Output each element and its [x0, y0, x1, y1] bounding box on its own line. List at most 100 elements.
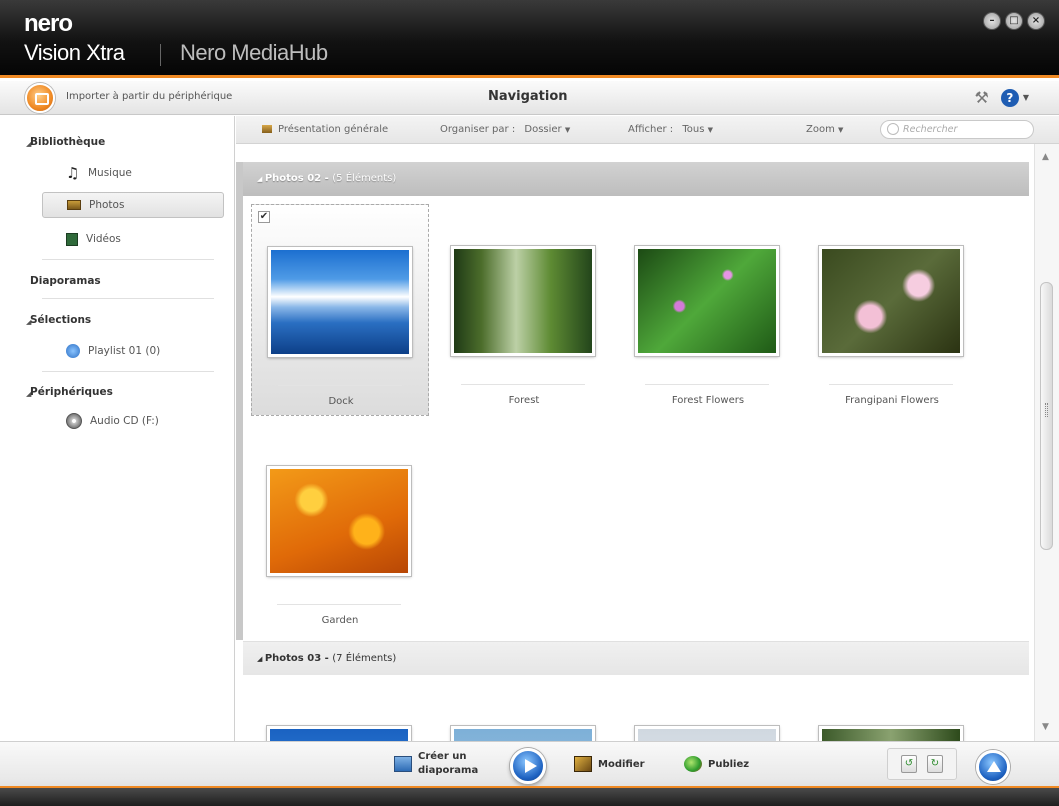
caption-divider	[461, 384, 585, 385]
media-tile-forest[interactable]: Forest	[435, 204, 613, 416]
bottom-action-bar: Créer un diaporama Modifier Publiez ↺ ↻	[0, 741, 1059, 806]
create-slideshow-label: Créer un diaporama	[418, 750, 478, 778]
group-header-photos-02[interactable]: ◢ Photos 02 - (5 Éléments)	[243, 162, 1029, 196]
maximize-button[interactable]: □	[1005, 12, 1023, 30]
create-slideshow-button[interactable]: Créer un diaporama	[394, 750, 478, 778]
group-title: ◢ Photos 03 - (7 Éléments)	[257, 653, 397, 664]
media-tile-partial[interactable]	[803, 684, 981, 741]
sidebar-item-label: Musique	[88, 167, 132, 179]
overview-button[interactable]: Présentation générale	[262, 124, 388, 135]
grip-icon	[1045, 403, 1048, 417]
sidebar-heading-selections[interactable]: Sélections	[30, 314, 91, 326]
photo-icon	[67, 200, 81, 210]
media-tile-forest-flowers[interactable]: Forest Flowers	[619, 204, 797, 416]
media-caption: Dock	[328, 396, 354, 407]
media-tile-garden[interactable]: Garden	[251, 424, 429, 636]
sidebar-item-videos[interactable]: Vidéos	[42, 226, 224, 252]
tools-hammer-icon[interactable]: ⚒	[975, 88, 989, 107]
thumbnail[interactable]	[819, 726, 963, 741]
close-button[interactable]: ×	[1027, 12, 1045, 30]
media-tile-dock[interactable]: ✔ Dock	[251, 204, 429, 416]
sidebar: ◢ Bibliothèque ♫ Musique Photos Vidéos D…	[0, 116, 235, 741]
bottom-strip	[0, 786, 1059, 806]
sidebar-item-label: Playlist 01 (0)	[88, 345, 161, 357]
sidebar-heading-slideshows[interactable]: Diaporamas	[30, 275, 101, 287]
media-caption: Frangipani Flowers	[845, 395, 939, 406]
music-note-icon: ♫	[66, 164, 80, 182]
brand-logo: nero	[24, 10, 73, 37]
group-header-photos-03[interactable]: ◢ Photos 03 - (7 Éléments)	[243, 641, 1029, 675]
page-title: Navigation	[488, 89, 568, 104]
rotate-left-icon[interactable]: ↺	[901, 755, 917, 773]
select-checkbox[interactable]: ✔	[258, 211, 270, 223]
expand-panel-icon[interactable]	[976, 750, 1010, 784]
sidebar-divider	[42, 259, 214, 260]
chevron-down-icon[interactable]: ▼	[1023, 93, 1029, 102]
thumbnail[interactable]	[267, 466, 411, 576]
chevron-down-icon: ▼	[564, 126, 571, 134]
group-accent-bar	[236, 162, 243, 640]
group-name: Photos 03	[264, 653, 322, 664]
media-caption: Garden	[321, 615, 359, 626]
collapse-triangle-icon: ◢	[257, 655, 265, 663]
caption-divider	[645, 384, 769, 385]
import-device-link[interactable]: Importer à partir du périphérique	[66, 91, 232, 102]
media-tile-partial[interactable]	[435, 684, 613, 741]
sidebar-item-audio-cd[interactable]: Audio CD (F:)	[42, 408, 224, 434]
sidebar-heading-devices[interactable]: Périphériques	[30, 386, 113, 398]
edit-icon	[574, 756, 592, 772]
sidebar-item-playlist[interactable]: Playlist 01 (0)	[42, 338, 224, 364]
search-input[interactable]	[903, 123, 1029, 136]
thumbnail[interactable]	[451, 726, 595, 741]
media-tile-partial[interactable]	[251, 684, 429, 741]
scroll-down-icon[interactable]: ▼	[1042, 722, 1049, 732]
edit-label: Modifier	[598, 758, 645, 770]
caption-divider	[829, 384, 953, 385]
rotate-right-icon[interactable]: ↻	[927, 755, 943, 773]
sidebar-item-music[interactable]: ♫ Musique	[42, 160, 224, 186]
group-count: (7 Éléments)	[332, 653, 397, 664]
content-toolbar: Présentation générale Organiser par : Do…	[236, 116, 1059, 144]
sidebar-item-label: Photos	[89, 199, 125, 211]
cd-icon	[66, 413, 82, 429]
sidebar-item-label: Audio CD (F:)	[90, 415, 159, 427]
media-tile-frangipani-flowers[interactable]: Frangipani Flowers	[803, 204, 981, 416]
show-value: Tous	[682, 124, 705, 135]
show-dropdown[interactable]: Afficher : Tous ▼	[628, 124, 713, 135]
edit-button[interactable]: Modifier	[574, 756, 645, 772]
sidebar-item-label: Vidéos	[86, 233, 121, 245]
thumbnail[interactable]	[635, 726, 779, 741]
playlist-icon	[66, 344, 80, 358]
thumbnail[interactable]	[451, 246, 595, 356]
thumbnail[interactable]	[819, 246, 963, 356]
product-name: Vision Xtra	[24, 40, 125, 65]
show-label: Afficher :	[628, 124, 674, 135]
help-icon[interactable]: ?	[1000, 88, 1019, 107]
organize-value: Dossier	[524, 124, 562, 135]
minimize-button[interactable]: –	[983, 12, 1001, 30]
organize-dropdown[interactable]: Organiser par : Dossier ▼	[440, 124, 570, 135]
play-icon[interactable]	[510, 748, 546, 784]
scroll-up-icon[interactable]: ▲	[1042, 152, 1049, 162]
create-slideshow-line2: diaporama	[418, 765, 479, 776]
thumbnail[interactable]	[268, 247, 412, 357]
vertical-scrollbar[interactable]: ▲ ▼	[1034, 144, 1059, 741]
import-device-icon[interactable]	[25, 83, 55, 113]
media-grid: ◢ Photos 02 - (5 Éléments) ✔ Dock Forest…	[236, 144, 1033, 741]
publish-button[interactable]: Publiez	[684, 756, 749, 772]
scroll-thumb[interactable]	[1040, 282, 1053, 550]
caption-divider	[278, 385, 402, 386]
thumbnail[interactable]	[635, 246, 779, 356]
window-controls: – □ ×	[983, 12, 1045, 30]
media-tile-partial[interactable]	[619, 684, 797, 741]
zoom-label: Zoom	[806, 124, 835, 135]
zoom-dropdown[interactable]: Zoom ▼	[806, 124, 843, 135]
sidebar-item-photos[interactable]: Photos	[42, 192, 224, 218]
organize-label: Organiser par :	[440, 124, 516, 135]
thumbnail[interactable]	[267, 726, 411, 741]
create-slideshow-line1: Créer un	[418, 751, 467, 762]
collapse-triangle-icon: ◢	[257, 175, 265, 183]
sidebar-heading-library[interactable]: Bibliothèque	[30, 136, 105, 148]
sidebar-divider	[42, 371, 214, 372]
slideshow-icon	[394, 756, 412, 772]
